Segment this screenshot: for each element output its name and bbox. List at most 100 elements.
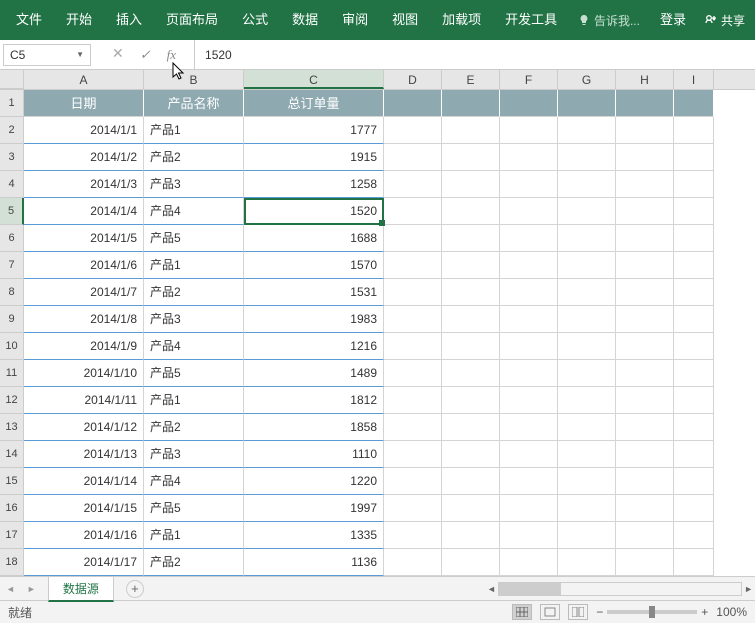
cell[interactable] [674, 252, 714, 279]
cell[interactable]: 产品1 [144, 117, 244, 144]
cell[interactable] [384, 414, 442, 441]
cell[interactable] [500, 522, 558, 549]
cell[interactable] [616, 495, 674, 522]
select-all-corner[interactable] [0, 70, 24, 89]
login-button[interactable]: 登录 [648, 0, 698, 40]
cell[interactable]: 2014/1/1 [24, 117, 144, 144]
cell[interactable]: 2014/1/2 [24, 144, 144, 171]
cell[interactable] [500, 441, 558, 468]
cell[interactable]: 产品5 [144, 360, 244, 387]
cell[interactable] [616, 387, 674, 414]
cell[interactable] [442, 144, 500, 171]
cell[interactable] [674, 279, 714, 306]
cancel-formula-icon[interactable]: ✕ [104, 46, 132, 63]
view-normal-button[interactable] [512, 604, 532, 620]
cell[interactable] [500, 414, 558, 441]
cell[interactable]: 产品名称 [144, 90, 244, 117]
cell[interactable]: 产品2 [144, 549, 244, 576]
cell[interactable] [500, 279, 558, 306]
cell[interactable] [558, 441, 616, 468]
cell[interactable] [384, 441, 442, 468]
cell[interactable] [500, 198, 558, 225]
tab-nav-prev[interactable]: ◄ [0, 584, 21, 594]
zoom-thumb[interactable] [649, 606, 655, 618]
cell[interactable]: 2014/1/6 [24, 252, 144, 279]
cell[interactable] [442, 333, 500, 360]
cell[interactable] [674, 387, 714, 414]
row-header[interactable]: 7 [0, 252, 24, 279]
ribbon-tab-layout[interactable]: 页面布局 [154, 0, 230, 40]
zoom-in-button[interactable]: + [701, 605, 708, 619]
cell[interactable] [384, 549, 442, 576]
cell[interactable] [558, 549, 616, 576]
ribbon-tab-view[interactable]: 视图 [380, 0, 430, 40]
cell[interactable] [616, 549, 674, 576]
tab-nav-next[interactable]: ► [21, 584, 42, 594]
cell[interactable]: 2014/1/5 [24, 225, 144, 252]
col-header-B[interactable]: B [144, 70, 244, 89]
cell[interactable]: 2014/1/13 [24, 441, 144, 468]
cell[interactable]: 产品2 [144, 414, 244, 441]
scroll-left-icon[interactable]: ◄ [485, 584, 498, 594]
cell[interactable] [674, 468, 714, 495]
cell[interactable] [442, 360, 500, 387]
cell[interactable] [558, 117, 616, 144]
cell[interactable] [674, 225, 714, 252]
col-header-I[interactable]: I [674, 70, 714, 89]
ribbon-tab-dev[interactable]: 开发工具 [493, 0, 569, 40]
cell[interactable] [442, 522, 500, 549]
cell[interactable] [558, 522, 616, 549]
cell[interactable] [442, 252, 500, 279]
cell[interactable] [616, 144, 674, 171]
add-sheet-button[interactable]: + [126, 580, 144, 598]
cell[interactable] [500, 333, 558, 360]
cell[interactable] [442, 198, 500, 225]
cell[interactable] [616, 333, 674, 360]
cell[interactable] [558, 360, 616, 387]
formula-input[interactable]: 1520 [195, 48, 755, 62]
row-header[interactable]: 1 [0, 90, 24, 117]
accept-formula-icon[interactable]: ✓ [132, 47, 159, 63]
cell[interactable]: 1220 [244, 468, 384, 495]
cell[interactable]: 1858 [244, 414, 384, 441]
cell[interactable]: 产品1 [144, 522, 244, 549]
cell[interactable] [558, 225, 616, 252]
cell[interactable]: 1812 [244, 387, 384, 414]
cell[interactable] [558, 495, 616, 522]
cell[interactable] [384, 171, 442, 198]
cell[interactable]: 产品2 [144, 144, 244, 171]
cell[interactable] [442, 171, 500, 198]
cell[interactable] [442, 549, 500, 576]
cell[interactable]: 总订单量 [244, 90, 384, 117]
cell[interactable]: 2014/1/8 [24, 306, 144, 333]
ribbon-tab-review[interactable]: 审阅 [330, 0, 380, 40]
cell[interactable]: 1777 [244, 117, 384, 144]
cell[interactable] [384, 225, 442, 252]
ribbon-tab-data[interactable]: 数据 [280, 0, 330, 40]
cell[interactable]: 1136 [244, 549, 384, 576]
row-header[interactable]: 12 [0, 387, 24, 414]
name-box[interactable]: C5 ▼ [3, 44, 91, 66]
cell[interactable]: 1983 [244, 306, 384, 333]
row-header[interactable]: 10 [0, 333, 24, 360]
cell[interactable] [674, 90, 714, 117]
cell[interactable]: 1335 [244, 522, 384, 549]
zoom-out-button[interactable]: − [596, 605, 603, 619]
cell[interactable] [442, 306, 500, 333]
cell[interactable]: 1915 [244, 144, 384, 171]
row-header[interactable]: 18 [0, 549, 24, 576]
cell[interactable] [558, 414, 616, 441]
cell[interactable] [384, 468, 442, 495]
cell[interactable] [674, 549, 714, 576]
cell[interactable] [558, 252, 616, 279]
cell[interactable] [616, 468, 674, 495]
cell[interactable] [384, 117, 442, 144]
cell[interactable] [500, 171, 558, 198]
fx-icon[interactable]: fx [159, 47, 184, 63]
cell[interactable]: 1258 [244, 171, 384, 198]
scroll-right-icon[interactable]: ► [742, 584, 755, 594]
cell[interactable]: 2014/1/16 [24, 522, 144, 549]
scroll-thumb[interactable] [499, 583, 561, 595]
cell[interactable] [558, 279, 616, 306]
cell[interactable]: 产品3 [144, 171, 244, 198]
